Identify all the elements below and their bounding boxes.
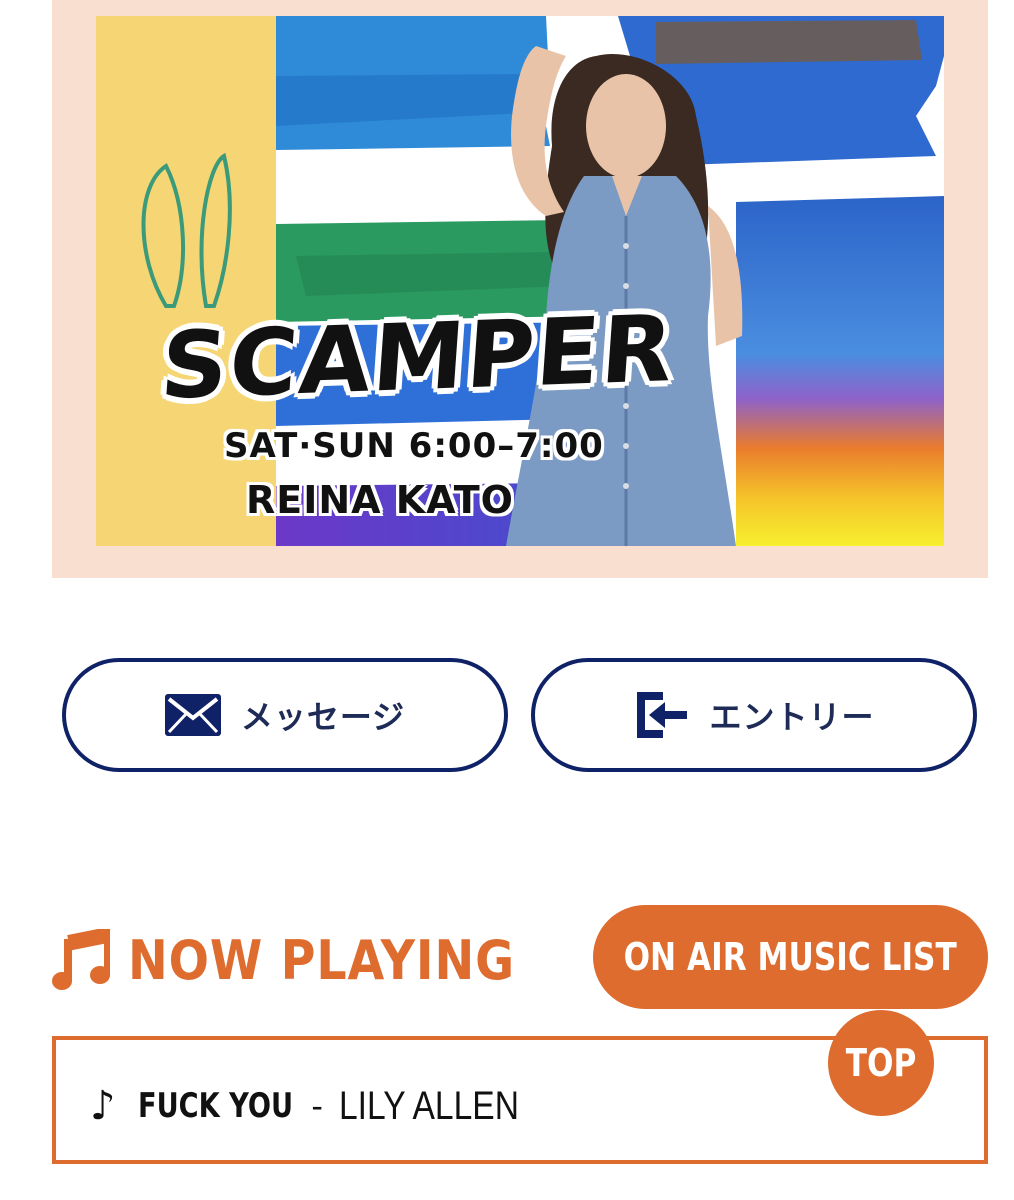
program-host: REINA KATO	[246, 478, 514, 522]
envelope-icon	[164, 694, 221, 736]
program-banner: SCAMPER SAT·SUN 6:00–7:00 REINA KATO	[52, 0, 988, 578]
back-to-top-button[interactable]: TOP	[828, 1010, 934, 1116]
banner-artwork: SCAMPER SAT·SUN 6:00–7:00 REINA KATO	[96, 16, 944, 546]
track-separator: -	[311, 1087, 323, 1125]
track-title: FUCK YOU	[137, 1086, 293, 1126]
entry-button[interactable]: エントリー	[531, 658, 977, 772]
watercolor-background	[96, 16, 944, 546]
now-playing-header: NOW PLAYING	[52, 925, 568, 995]
entry-button-label: エントリー	[709, 698, 875, 736]
now-playing-heading: NOW PLAYING	[128, 928, 516, 992]
program-logo-title: SCAMPER	[157, 295, 679, 420]
eighth-note-icon: ♪	[90, 1083, 116, 1129]
entry-arrow-icon	[633, 690, 689, 740]
message-button-label: メッセージ	[240, 698, 406, 736]
on-air-music-list-button[interactable]: ON AIR MUSIC LIST	[593, 905, 988, 1009]
music-note-icon	[52, 926, 112, 991]
program-schedule: SAT·SUN 6:00–7:00	[224, 426, 604, 466]
message-button[interactable]: メッセージ	[62, 658, 508, 772]
on-air-music-list-label: ON AIR MUSIC LIST	[623, 935, 958, 979]
track-artist: LILY ALLEN	[338, 1083, 519, 1128]
now-playing-track: ♪ FUCK YOU - LILY ALLEN	[90, 1080, 553, 1132]
back-to-top-label: TOP	[845, 1041, 917, 1085]
